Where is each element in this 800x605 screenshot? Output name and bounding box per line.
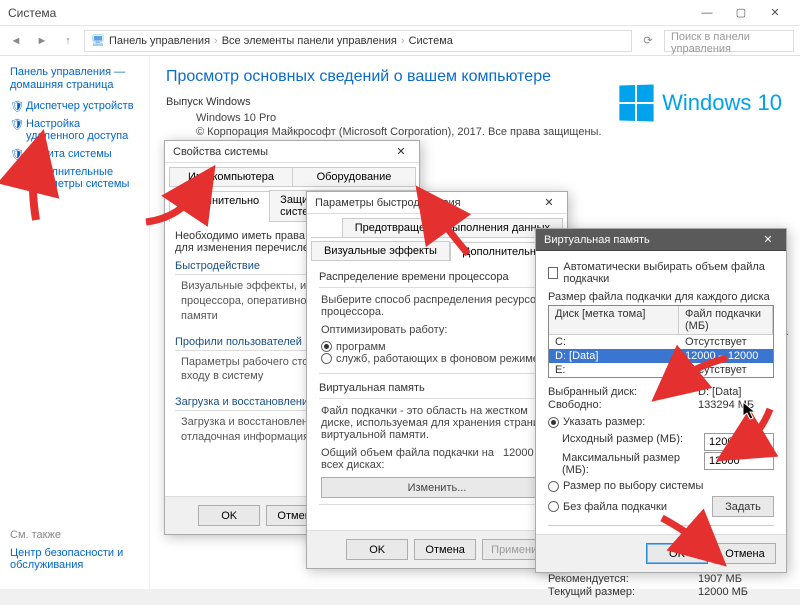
dlg2-titlebar[interactable]: Параметры быстродействия ✕ [307, 192, 567, 214]
maximize-button[interactable]: ▢ [724, 2, 758, 24]
window-titlebar: Система — ▢ ✕ [0, 0, 800, 26]
tab-visual-effects[interactable]: Визуальные эффекты [311, 241, 450, 260]
dlg2-title: Параметры быстродействия [315, 197, 461, 209]
page-heading: Просмотр основных сведений о вашем компь… [166, 68, 784, 86]
drive-row-c[interactable]: C:Отсутствует [549, 335, 773, 349]
refresh-button[interactable]: ⟳ [638, 31, 658, 51]
dlg3-cancel-button[interactable]: Отмена [714, 543, 776, 564]
toolbar: ◄ ► ↑ 🖥 Панель управления› Все элементы … [0, 26, 800, 56]
sidebar-item-protection[interactable]: 🛡Защита системы [10, 148, 139, 160]
minimize-button[interactable]: — [690, 2, 724, 24]
shield-icon: 🛡 [10, 118, 22, 130]
crumb-2[interactable]: Система [409, 35, 453, 47]
forward-button[interactable]: ► [32, 31, 52, 51]
radio-no-paging[interactable]: Без файла подкачки [548, 501, 667, 513]
cpu-sched-group: Выберите способ распределения ресурсов п… [319, 287, 555, 374]
drive-list[interactable]: Диск [метка тома]Файл подкачки (МБ) C:От… [548, 305, 774, 378]
max-size-label: Максимальный размер (МБ): [562, 452, 704, 476]
dlg2-cancel-button[interactable]: Отмена [414, 539, 476, 560]
cpu-sched-desc: Выберите способ распределения ресурсов п… [321, 294, 553, 318]
pc-icon: 🖥 [91, 34, 105, 47]
see-also-label: См. также [10, 529, 150, 541]
up-button[interactable]: ↑ [58, 31, 78, 51]
sel-disk-value: D: [Data] [698, 386, 741, 398]
sidebar-home-link[interactable]: Панель управления — домашняя страница [10, 66, 139, 92]
dlg3-ok-button[interactable]: OK [646, 543, 708, 564]
set-button[interactable]: Задать [712, 496, 774, 517]
sidebar-bottom: См. также Центр безопасности и обслужива… [10, 529, 150, 571]
windows-logo: Windows 10 [618, 85, 782, 121]
vm-total-label: Общий объем файла подкачки на всех диска… [321, 447, 503, 471]
cursor-icon [742, 401, 758, 424]
radio-system-managed[interactable]: Размер по выбору системы [548, 480, 774, 492]
vm-desc: Файл подкачки - это область на жестком д… [321, 405, 553, 441]
dlg1-ok-button[interactable]: OK [198, 505, 260, 526]
cur-value: 12000 МБ [698, 586, 748, 598]
crumb-0[interactable]: Панель управления [109, 35, 210, 47]
dlg3-title: Виртуальная память [544, 234, 650, 246]
dlg1-title: Свойства системы [173, 146, 268, 158]
sel-disk-label: Выбранный диск: [548, 386, 698, 398]
windows-icon [620, 84, 654, 121]
dlg3-close-icon[interactable]: ✕ [758, 233, 778, 246]
shield-icon: 🛡 [10, 166, 22, 178]
tab-hardware[interactable]: Оборудование [292, 167, 416, 186]
sidebar-item-advanced[interactable]: 🛡Дополнительные параметры системы [10, 166, 139, 190]
tab-dep[interactable]: Предотвращение выполнения данных [342, 218, 563, 237]
dlg2-close-icon[interactable]: ✕ [539, 196, 559, 209]
init-size-label: Исходный размер (МБ): [562, 433, 704, 451]
maximum-size-input[interactable] [704, 452, 774, 470]
dlg1-close-icon[interactable]: ✕ [391, 145, 411, 158]
dlg1-titlebar[interactable]: Свойства системы ✕ [165, 141, 419, 163]
per-disk-label: Размер файла подкачки для каждого диска [548, 291, 774, 303]
tab-advanced[interactable]: Дополнительно [169, 191, 270, 222]
col-drive: Диск [метка тома] [549, 306, 679, 334]
change-button[interactable]: Изменить... [321, 477, 553, 498]
windows-logo-text: Windows 10 [662, 90, 782, 116]
crumb-1[interactable]: Все элементы панели управления [222, 35, 397, 47]
sidebar-item-remote[interactable]: 🛡Настройка удаленного доступа [10, 118, 139, 142]
breadcrumb[interactable]: 🖥 Панель управления› Все элементы панели… [84, 30, 632, 52]
optimize-label: Оптимизировать работу: [321, 324, 553, 336]
security-center-link[interactable]: Центр безопасности и обслуживания [10, 547, 150, 571]
drive-row-d[interactable]: D: [Data]12000 – 12000 [549, 349, 773, 363]
initial-size-input[interactable] [704, 433, 774, 451]
copyright: © Корпорация Майкрософт (Microsoft Corpo… [166, 126, 784, 138]
rec-label: Рекомендуется: [548, 573, 698, 585]
cpu-sched-heading: Распределение времени процессора [319, 271, 555, 283]
radio-programs[interactable]: программ [321, 341, 386, 353]
col-paging: Файл подкачки (МБ) [679, 306, 773, 334]
vm-heading: Виртуальная память [319, 382, 555, 394]
shield-icon: 🛡 [10, 100, 22, 112]
tab-computer-name[interactable]: Имя компьютера [169, 167, 293, 186]
auto-manage-checkbox[interactable]: Автоматически выбирать объем файла подка… [548, 261, 774, 285]
dlg2-ok-button[interactable]: OK [346, 539, 408, 560]
window-title: Система [8, 6, 690, 20]
sidebar: Панель управления — домашняя страница 🛡Д… [0, 56, 150, 589]
shield-icon: 🛡 [10, 148, 22, 160]
vm-group: Файл подкачки - это область на жестком д… [319, 398, 555, 505]
free-label: Свободно: [548, 399, 698, 411]
performance-options-dialog: Параметры быстродействия ✕ Предотвращени… [306, 191, 568, 569]
radio-custom-size[interactable]: Указать размер: [548, 416, 645, 428]
radio-services[interactable]: служб, работающих в фоновом режиме [321, 353, 539, 365]
cur-label: Текущий размер: [548, 586, 698, 598]
search-input[interactable]: Поиск в панели управления [664, 30, 794, 52]
dlg3-titlebar[interactable]: Виртуальная память ✕ [536, 229, 786, 251]
back-button[interactable]: ◄ [6, 31, 26, 51]
close-button[interactable]: ✕ [758, 2, 792, 24]
drive-row-e[interactable]: E:Отсутствует [549, 363, 773, 377]
sidebar-item-device-manager[interactable]: 🛡Диспетчер устройств [10, 100, 139, 112]
rec-value: 1907 МБ [698, 573, 742, 585]
